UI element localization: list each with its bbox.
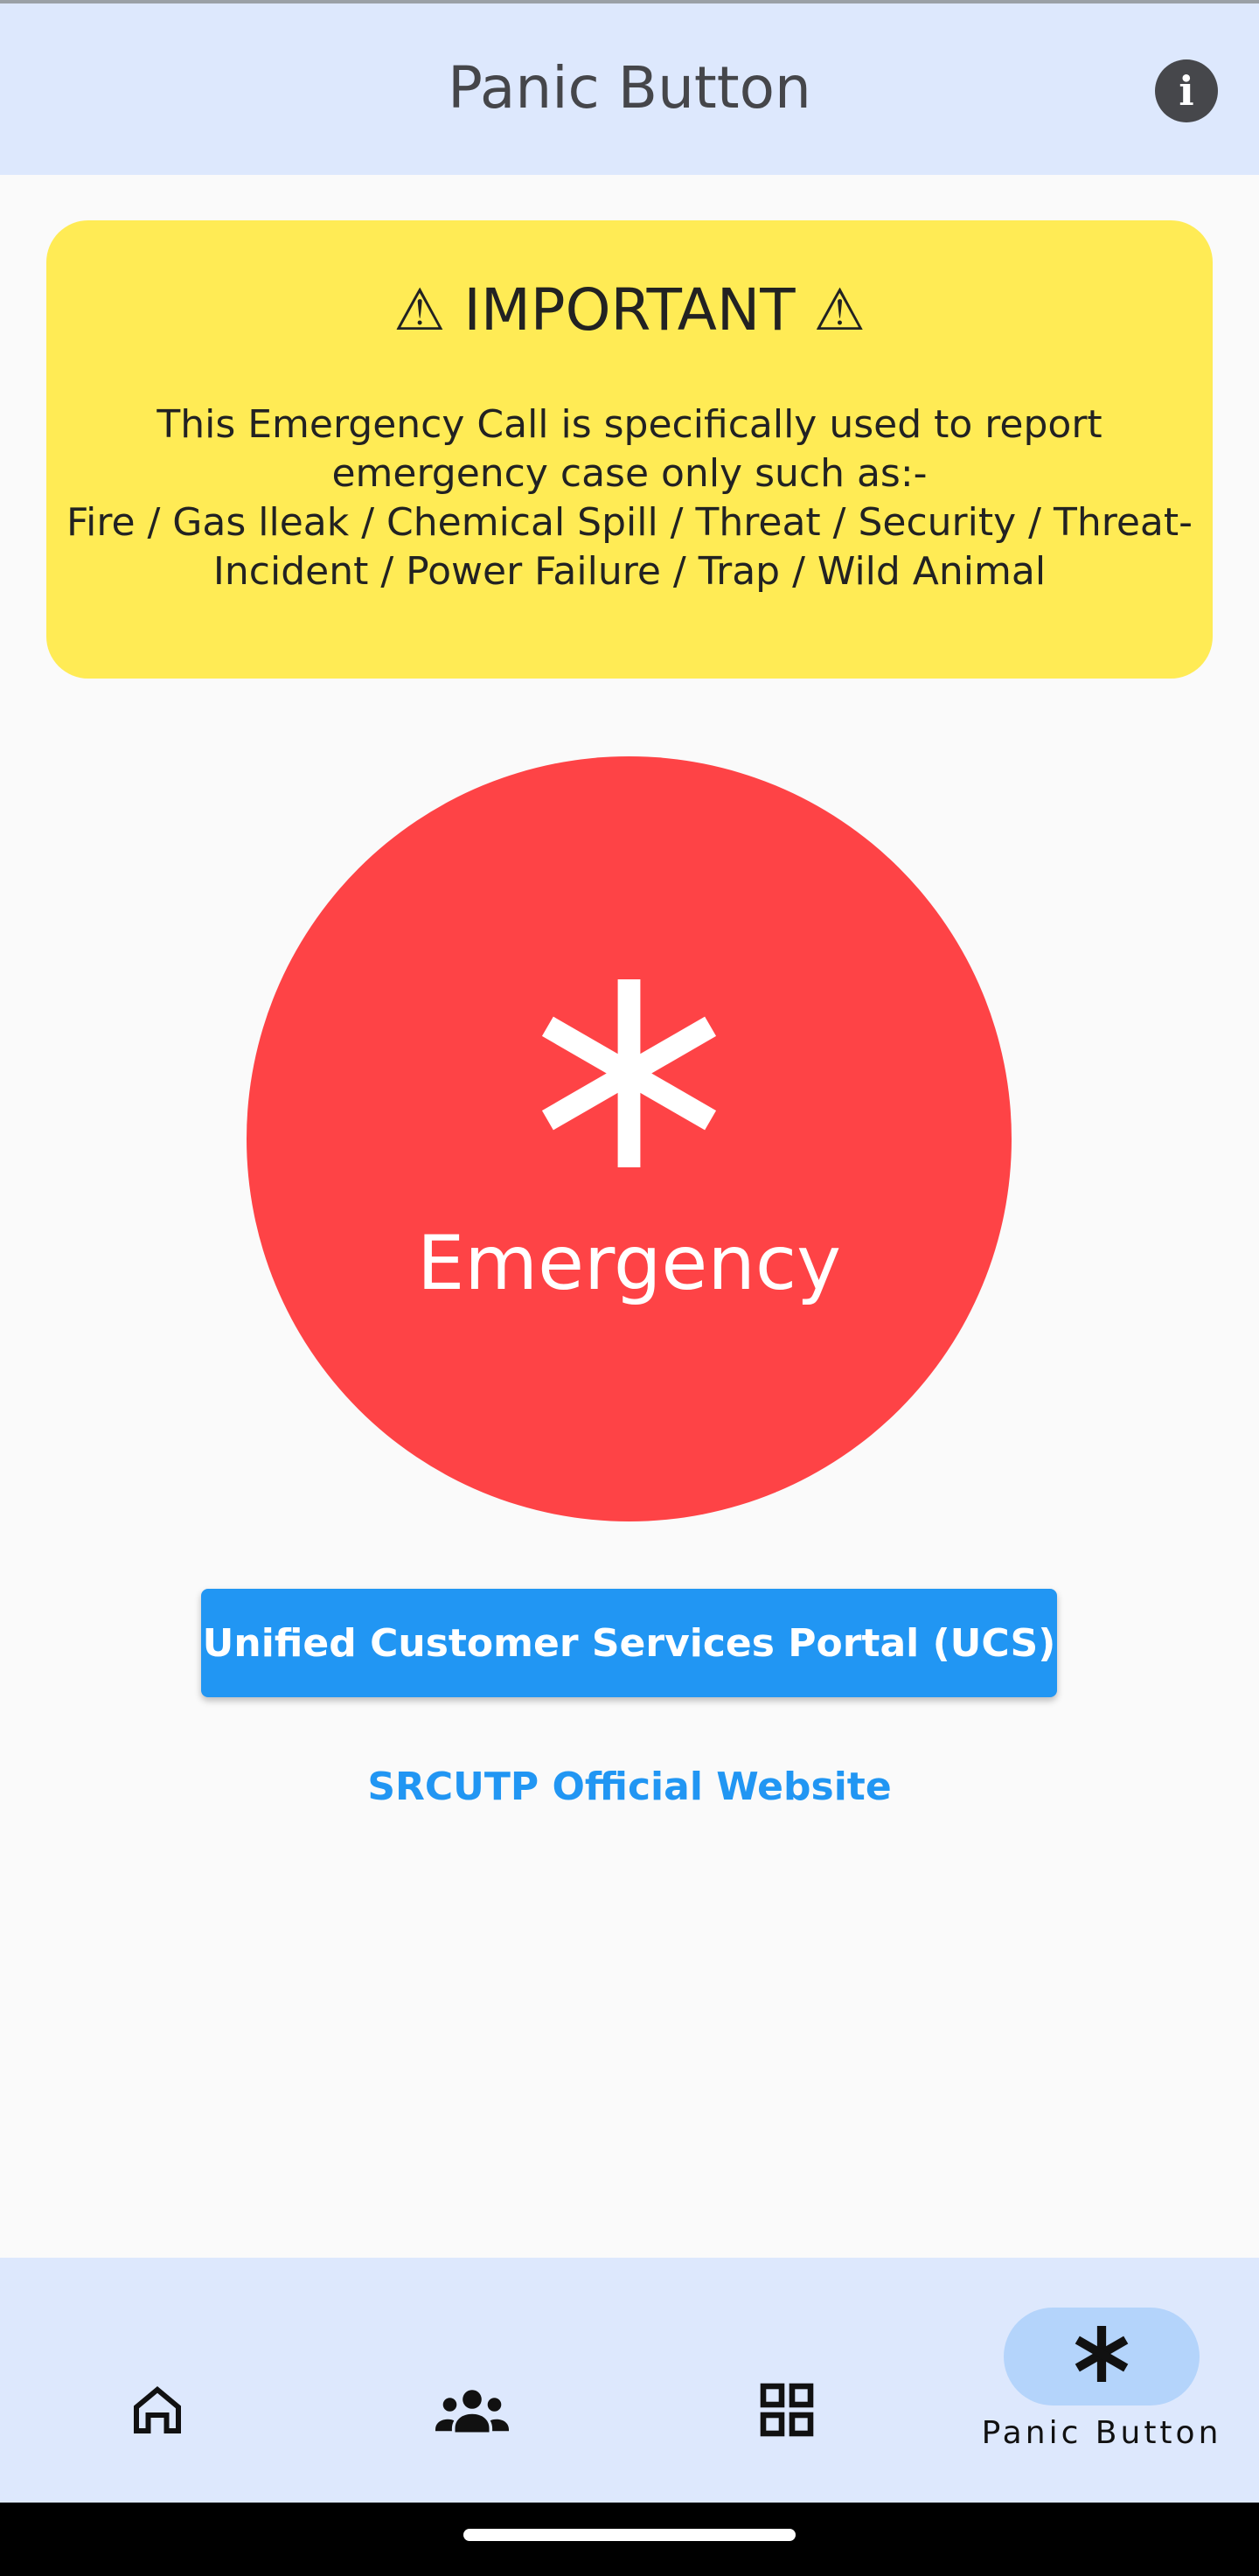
official-website-link[interactable]: SRCUTP Official Website [0, 1765, 1259, 1809]
emergency-button[interactable]: Emergency [247, 756, 1012, 1521]
nav-label-panic-button: Panic Button [981, 2415, 1222, 2451]
nav-item-panic-button[interactable] [944, 2258, 1259, 2503]
bottom-navigation: Panic Button [0, 2258, 1259, 2503]
app-bar: Panic Button i [0, 3, 1259, 175]
asterisk-icon [541, 979, 717, 1167]
page-title: Panic Button [448, 54, 811, 122]
important-notice: ⚠ IMPORTANT ⚠ This Emergency Call is spe… [46, 220, 1213, 679]
home-icon [134, 2386, 181, 2433]
notice-line-2: Fire / Gas lleak / Chemical Spill / Thre… [66, 500, 1193, 594]
notice-title: ⚠ IMPORTANT ⚠ [393, 276, 866, 344]
grid-icon [760, 2383, 814, 2437]
info-icon[interactable]: i [1155, 59, 1218, 122]
asterisk-icon [1075, 2326, 1129, 2382]
system-navigation-bar [0, 2503, 1259, 2576]
notice-body: This Emergency Call is specifically used… [46, 400, 1213, 596]
ucs-portal-button[interactable]: Unified Customer Services Portal (UCS) [201, 1589, 1057, 1697]
emergency-label: Emergency [416, 1220, 842, 1307]
nav-item-dashboard[interactable] [630, 2258, 944, 2503]
nav-item-home[interactable] [0, 2258, 315, 2503]
groups-icon [435, 2390, 509, 2433]
nav-item-groups[interactable] [315, 2258, 630, 2503]
notice-line-1: This Emergency Call is specifically used… [157, 402, 1102, 496]
home-indicator[interactable] [463, 2529, 796, 2541]
